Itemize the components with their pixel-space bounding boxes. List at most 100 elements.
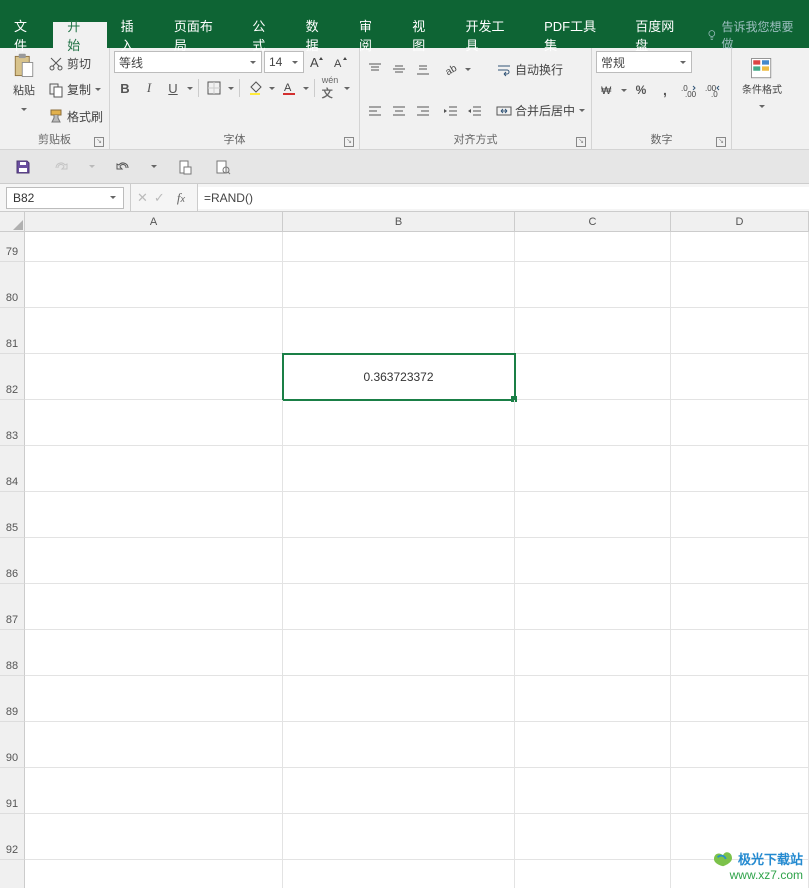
cell-D79[interactable] (671, 232, 809, 262)
row-header-91[interactable]: 91 (0, 768, 25, 814)
cancel-formula-button[interactable]: ✕ (137, 190, 148, 206)
row-header-84[interactable]: 84 (0, 446, 25, 492)
cell-A83[interactable] (25, 400, 283, 446)
cell-C79[interactable] (515, 232, 671, 262)
cell-D82[interactable] (671, 354, 809, 400)
percent-button[interactable]: % (630, 79, 652, 101)
cell-A85[interactable] (25, 492, 283, 538)
conditional-format-button[interactable]: 条件格式 (736, 51, 788, 121)
chevron-down-icon[interactable] (268, 77, 276, 99)
increase-font-button[interactable]: A (306, 51, 328, 73)
cell-D81[interactable] (671, 308, 809, 354)
align-middle-button[interactable] (388, 58, 410, 80)
chevron-down-icon[interactable] (186, 77, 194, 99)
merge-center-button[interactable]: 合并后居中 (494, 100, 588, 122)
row-header-86[interactable]: 86 (0, 538, 25, 584)
chevron-down-icon[interactable] (464, 58, 472, 80)
decrease-font-button[interactable]: A (330, 51, 352, 73)
cell-C90[interactable] (515, 722, 671, 768)
tab-insert[interactable]: 插入 (107, 22, 160, 48)
tab-view[interactable]: 视图 (398, 22, 451, 48)
column-header-D[interactable]: D (671, 212, 809, 231)
comma-button[interactable]: , (654, 79, 676, 101)
copy-button[interactable]: 复制 (46, 79, 105, 101)
cell-B93[interactable] (283, 860, 515, 888)
cell-C81[interactable] (515, 308, 671, 354)
redo-button[interactable] (50, 156, 72, 178)
cell-A82[interactable] (25, 354, 283, 400)
align-left-button[interactable] (364, 100, 386, 122)
cell-B87[interactable] (283, 584, 515, 630)
cell-C82[interactable] (515, 354, 671, 400)
select-all-corner[interactable] (0, 212, 25, 231)
font-name-combo[interactable]: 等线 (114, 51, 262, 73)
cell-D87[interactable] (671, 584, 809, 630)
cell-C93[interactable] (515, 860, 671, 888)
bold-button[interactable]: B (114, 77, 136, 99)
cell-A84[interactable] (25, 446, 283, 492)
font-color-button[interactable]: A (278, 77, 300, 99)
cell-A90[interactable] (25, 722, 283, 768)
cell-B90[interactable] (283, 722, 515, 768)
tab-review[interactable]: 审阅 (345, 22, 398, 48)
underline-button[interactable]: U (162, 77, 184, 99)
fill-color-button[interactable] (244, 77, 266, 99)
tab-data[interactable]: 数据 (292, 22, 345, 48)
cell-C87[interactable] (515, 584, 671, 630)
column-header-A[interactable]: A (25, 212, 283, 231)
dialog-launcher-icon[interactable]: ↘ (94, 137, 104, 147)
tab-baidu[interactable]: 百度网盘 (621, 22, 700, 48)
row-header-93[interactable]: 93 (0, 860, 25, 888)
row-header-87[interactable]: 87 (0, 584, 25, 630)
undo-button[interactable] (112, 156, 134, 178)
cell-C86[interactable] (515, 538, 671, 584)
number-format-combo[interactable]: 常规 (596, 51, 692, 73)
tell-me[interactable]: 告诉我您想要做 (700, 22, 809, 48)
cell-C91[interactable] (515, 768, 671, 814)
align-bottom-button[interactable] (412, 58, 434, 80)
row-header-92[interactable]: 92 (0, 814, 25, 860)
dialog-launcher-icon[interactable]: ↘ (576, 137, 586, 147)
cell-B81[interactable] (283, 308, 515, 354)
tab-formulas[interactable]: 公式 (238, 22, 291, 48)
cell-C83[interactable] (515, 400, 671, 446)
chevron-down-icon[interactable] (150, 156, 158, 178)
cell-B82[interactable]: 0.363723372 (283, 354, 515, 400)
font-size-combo[interactable]: 14 (264, 51, 304, 73)
qat-doc-button[interactable] (174, 156, 196, 178)
cell-C92[interactable] (515, 814, 671, 860)
cell-D88[interactable] (671, 630, 809, 676)
cell-C80[interactable] (515, 262, 671, 308)
paste-button[interactable]: 粘贴 (4, 51, 44, 121)
dialog-launcher-icon[interactable]: ↘ (716, 137, 726, 147)
wrap-text-button[interactable]: 自动换行 (494, 59, 588, 81)
row-header-83[interactable]: 83 (0, 400, 25, 446)
decrease-decimal-button[interactable]: .00.0 (702, 79, 724, 101)
cell-A87[interactable] (25, 584, 283, 630)
cell-C84[interactable] (515, 446, 671, 492)
cell-A79[interactable] (25, 232, 283, 262)
tab-pdftools[interactable]: PDF工具集 (530, 22, 621, 48)
row-header-79[interactable]: 79 (0, 232, 25, 262)
chevron-down-icon[interactable] (302, 77, 310, 99)
save-button[interactable] (12, 156, 34, 178)
cell-D91[interactable] (671, 768, 809, 814)
cell-A93[interactable] (25, 860, 283, 888)
phonetic-button[interactable]: wén文 (319, 77, 341, 99)
cell-B80[interactable] (283, 262, 515, 308)
chevron-down-icon[interactable] (88, 156, 96, 178)
row-header-89[interactable]: 89 (0, 676, 25, 722)
cell-D86[interactable] (671, 538, 809, 584)
cell-D89[interactable] (671, 676, 809, 722)
fx-icon[interactable]: fx (171, 190, 191, 206)
chevron-down-icon[interactable] (620, 79, 628, 101)
chevron-down-icon[interactable] (227, 77, 235, 99)
cell-D83[interactable] (671, 400, 809, 446)
cell-A80[interactable] (25, 262, 283, 308)
tab-devtools[interactable]: 开发工具 (452, 22, 531, 48)
align-center-button[interactable] (388, 100, 410, 122)
cell-D84[interactable] (671, 446, 809, 492)
cut-button[interactable]: 剪切 (46, 53, 105, 75)
borders-button[interactable] (203, 77, 225, 99)
cell-A92[interactable] (25, 814, 283, 860)
